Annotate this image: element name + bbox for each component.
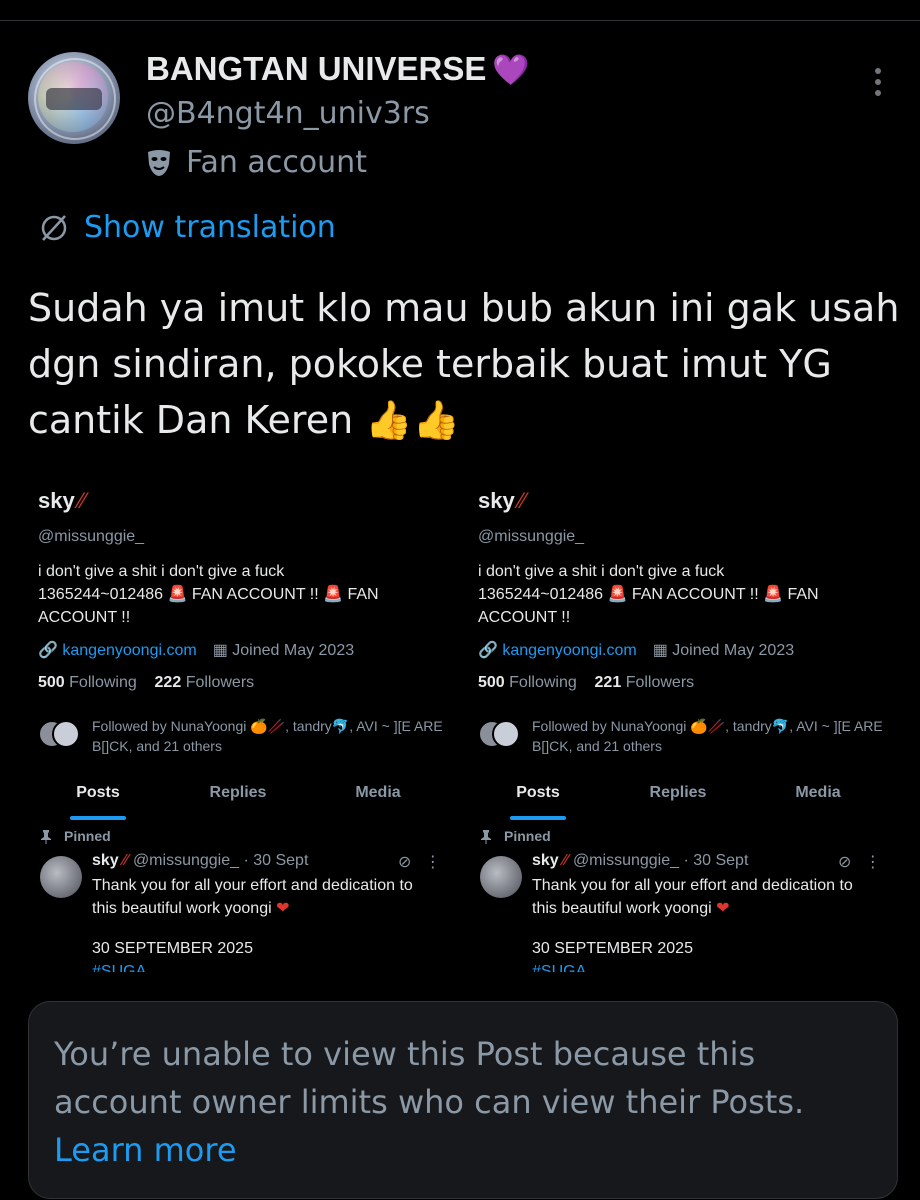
- pin-icon: [481, 830, 491, 844]
- tab-media: Media: [795, 784, 841, 801]
- grok-icon: ⊘: [398, 854, 412, 871]
- post-text: Thank you for all your effort and dedica…: [92, 877, 413, 917]
- pinned-label: Pinned: [64, 828, 111, 844]
- pinned-label: Pinned: [504, 828, 551, 844]
- post-tools: ⊘ ⋮: [838, 852, 881, 872]
- purple-heart-icon: 💜: [492, 54, 530, 87]
- link-icon: 🔗: [478, 642, 498, 659]
- followers-count: 222: [154, 674, 182, 691]
- link-icon: 🔗: [38, 642, 58, 659]
- more-icon: ⋮: [864, 854, 881, 871]
- author-avatar[interactable]: [28, 52, 120, 144]
- profile-name: sky ⁄⁄: [478, 488, 527, 513]
- top-divider: [0, 0, 920, 21]
- post-header: sky ⁄⁄ @missunggie_ · 30 Sept: [532, 852, 749, 869]
- learn-more-link[interactable]: Learn more: [54, 1126, 874, 1174]
- post-hashtag: #SUGA: [92, 964, 146, 972]
- tweet-text: Sudah ya imut klo mau bub akun ini gak u…: [28, 286, 900, 442]
- profile-handle: @missunggie_: [478, 528, 585, 545]
- following-count: 500: [478, 674, 505, 691]
- post-avatar: [480, 856, 522, 898]
- siren-icon: 🚨: [763, 586, 784, 603]
- post-header: sky ⁄⁄ @missunggie_ · 30 Sept: [92, 852, 309, 869]
- followed-by: Followed by NunaYoongi 🍊🥢, tandry🐬, AVI …: [478, 716, 888, 756]
- tab-posts: Posts: [468, 780, 608, 820]
- translate-icon: [41, 214, 67, 241]
- follow-counts: 500 Following 221 Followers: [478, 674, 695, 691]
- followers-count: 221: [594, 674, 622, 691]
- profile-screenshot-right: sky ⁄⁄ @missunggie_ i don't give a shit i…: [468, 486, 888, 978]
- joined-date: Joined May 2023: [232, 642, 355, 659]
- profile-meta: 🔗 kangenyoongi.com ▦ Joined May 2023: [478, 640, 794, 660]
- post-hashtag: #SUGA: [532, 964, 586, 972]
- chopsticks-icon: ⁄⁄: [518, 488, 527, 513]
- profile-tabs: Posts Replies Media: [468, 780, 888, 820]
- tab-posts: Posts: [28, 780, 168, 820]
- author-name[interactable]: BANGTAN UNIVERSE 💜: [146, 50, 530, 88]
- profile-name: sky ⁄⁄: [38, 488, 87, 513]
- followed-by-text: Followed by NunaYoongi 🍊🥢, tandry🐬, AVI …: [92, 718, 443, 754]
- fan-account-badge: Fan account: [146, 145, 367, 180]
- profile-screenshot-left: sky ⁄⁄ @missunggie_ i don't give a shit i…: [28, 486, 448, 978]
- profile-tabs: Posts Replies Media: [28, 780, 448, 820]
- followed-by-text: Followed by NunaYoongi 🍊🥢, tandry🐬, AVI …: [532, 718, 883, 754]
- restricted-message: You’re unable to view this Post because …: [54, 1035, 805, 1121]
- more-icon: ⋮: [424, 854, 441, 871]
- following-count: 500: [38, 674, 65, 691]
- profile-meta: 🔗 kangenyoongi.com ▦ Joined May 2023: [38, 640, 354, 660]
- followed-by: Followed by NunaYoongi 🍊🥢, tandry🐬, AVI …: [38, 716, 448, 756]
- grok-icon: ⊘: [838, 854, 852, 871]
- tab-media: Media: [355, 784, 401, 801]
- restricted-post-notice: You’re unable to view this Post because …: [28, 1001, 898, 1199]
- post-tools: ⊘ ⋮: [398, 852, 441, 872]
- siren-icon: 🚨: [607, 586, 628, 603]
- theater-mask-icon: [148, 149, 170, 176]
- profile-bio: i don't give a shit i don't give a fuck …: [478, 563, 819, 626]
- profile-link[interactable]: kangenyoongi.com: [502, 642, 636, 659]
- post-date: 30 SEPTEMBER 2025: [532, 940, 693, 957]
- tab-replies: Replies: [209, 784, 267, 801]
- red-heart-icon: ❤: [716, 900, 730, 917]
- calendar-icon: ▦: [212, 642, 228, 659]
- siren-icon: 🚨: [323, 586, 344, 603]
- fan-account-label: Fan account: [186, 145, 367, 180]
- chopsticks-icon: ⁄⁄: [78, 488, 87, 513]
- follower-avatars: [478, 720, 520, 748]
- show-translation-label[interactable]: Show translation: [84, 210, 336, 245]
- tab-replies: Replies: [649, 784, 707, 801]
- red-heart-icon: ❤: [276, 900, 290, 917]
- show-translation-link[interactable]: Show translation: [38, 210, 336, 245]
- post-text: Thank you for all your effort and dedica…: [532, 877, 853, 917]
- follower-avatars: [38, 720, 80, 748]
- more-options-icon[interactable]: [868, 68, 888, 104]
- post-date: 30 SEPTEMBER 2025: [92, 940, 253, 957]
- profile-handle: @missunggie_: [38, 528, 145, 545]
- siren-icon: 🚨: [167, 586, 188, 603]
- profile-bio: i don't give a shit i don't give a fuck …: [38, 563, 379, 626]
- author-handle[interactable]: @B4ngt4n_univ3rs: [146, 96, 430, 131]
- joined-date: Joined May 2023: [672, 642, 795, 659]
- post-avatar: [40, 856, 82, 898]
- profile-link[interactable]: kangenyoongi.com: [62, 642, 196, 659]
- pin-icon: [41, 830, 51, 844]
- follow-counts: 500 Following 222 Followers: [38, 674, 255, 691]
- calendar-icon: ▦: [652, 642, 668, 659]
